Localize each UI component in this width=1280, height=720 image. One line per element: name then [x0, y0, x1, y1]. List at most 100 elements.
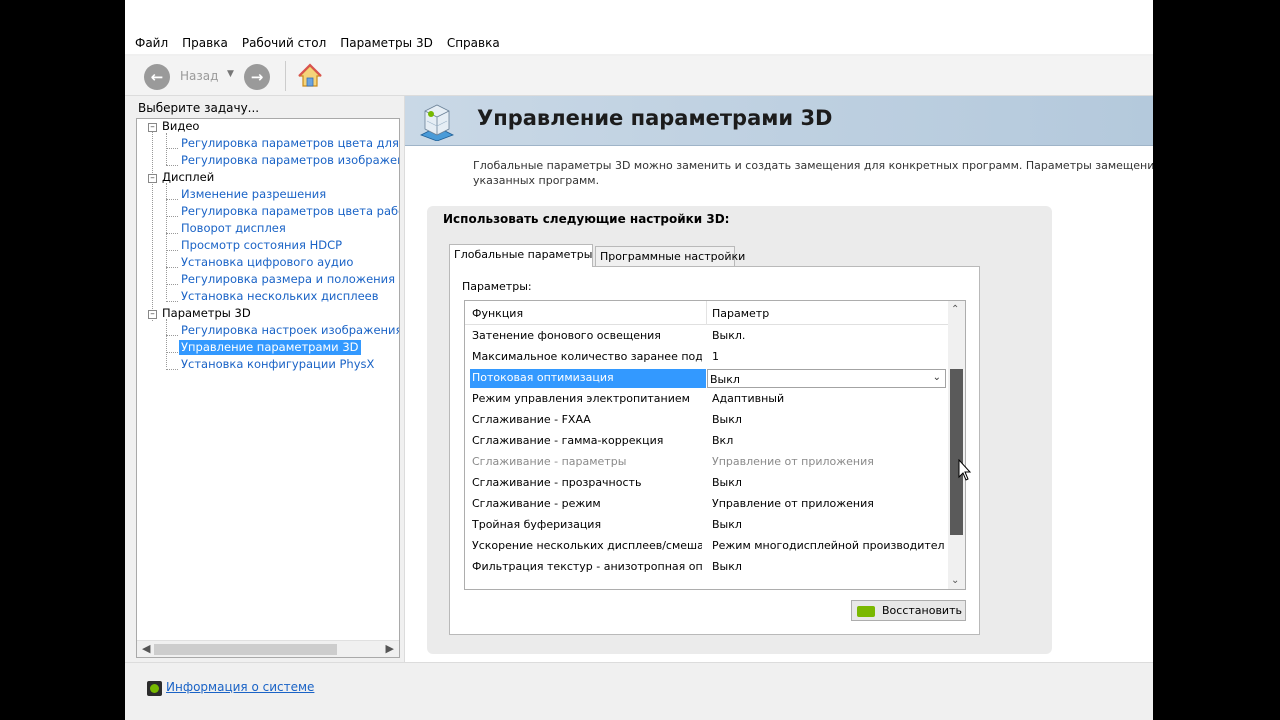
column-separator[interactable]: [706, 301, 707, 325]
menu-desktop[interactable]: Рабочий стол: [242, 36, 326, 50]
menu-edit[interactable]: Правка: [182, 36, 228, 50]
grid-row[interactable]: Сглаживание - режим Управление от прилож…: [465, 494, 948, 515]
collapse-3d-icon[interactable]: –: [148, 310, 157, 319]
row-value: Управление от приложения: [712, 497, 874, 510]
tree-item-rotate[interactable]: Поворот дисплея: [181, 221, 286, 236]
header-setting[interactable]: Параметр: [712, 307, 769, 320]
tree-item-physx[interactable]: Установка конфигурации PhysX: [181, 357, 374, 372]
page-description: Глобальные параметры 3D можно заменить и…: [473, 158, 1153, 188]
menu-bar: Файл Правка Рабочий стол Параметры 3D Сп…: [125, 32, 1153, 54]
tree-item-desktop-color[interactable]: Регулировка параметров цвета рабочег: [181, 204, 399, 219]
row-value: 1: [712, 350, 719, 363]
tree-node-3d[interactable]: Параметры 3D: [162, 306, 251, 321]
tree-line: [166, 301, 178, 302]
tree-item-video-image[interactable]: Регулировка параметров изображения д: [181, 153, 399, 168]
scroll-thumb[interactable]: [154, 644, 337, 655]
toolbar-separator: [285, 61, 286, 91]
restore-button[interactable]: Восстановить: [851, 600, 966, 621]
tree-line: [166, 199, 178, 200]
scroll-thumb[interactable]: [950, 369, 963, 535]
menu-help[interactable]: Справка: [447, 36, 500, 50]
scroll-left-icon[interactable]: ◀: [142, 642, 150, 655]
grid-row-disabled: Сглаживание - параметры Управление от пр…: [465, 452, 948, 473]
grid-vertical-scrollbar[interactable]: ⌃ ⌄: [948, 301, 965, 589]
tree-horizontal-scrollbar[interactable]: ◀ ▶: [137, 640, 399, 657]
status-footer: Информация о системе: [125, 662, 1153, 720]
row-value: Адаптивный: [712, 392, 785, 405]
tree-line: [166, 148, 178, 149]
description-line-2: указанных программ.: [473, 174, 600, 187]
history-dropdown-icon[interactable]: ▼: [227, 69, 234, 79]
grid-row[interactable]: Сглаживание - FXAA Выкл: [465, 410, 948, 431]
row-value: Выкл: [712, 518, 742, 531]
grid-row[interactable]: Ускорение нескольких дисплеев/смеша... Р…: [465, 536, 948, 557]
settings-grid: Функция Параметр Затенение фонового осве…: [464, 300, 966, 590]
back-label[interactable]: Назад: [180, 69, 218, 83]
grid-row[interactable]: Максимальное количество заранее под... 1: [465, 347, 948, 368]
params-label: Параметры:: [462, 280, 532, 293]
row-function: Затенение фонового освещения: [472, 329, 661, 342]
row-value: Выкл: [712, 476, 742, 489]
tree-item-digital-audio[interactable]: Установка цифрового аудио: [181, 255, 353, 270]
tree-item-video-color[interactable]: Регулировка параметров цвета для вид: [181, 136, 399, 151]
collapse-video-icon[interactable]: –: [148, 123, 157, 132]
tree-line: [166, 267, 178, 268]
tree-item-resolution[interactable]: Изменение разрешения: [181, 187, 326, 202]
tree-node-video[interactable]: Видео: [162, 119, 199, 134]
chevron-down-icon[interactable]: ⌄: [933, 372, 941, 383]
header-function[interactable]: Функция: [472, 307, 523, 320]
nvidia-control-panel-window: Файл Правка Рабочий стол Параметры 3D Сп…: [125, 0, 1153, 720]
grid-row[interactable]: Затенение фонового освещения Выкл.: [465, 326, 948, 347]
toolbar: ← Назад ▼ →: [125, 56, 1153, 96]
tree-line: [166, 369, 178, 370]
nvidia-logo-icon: [857, 606, 875, 617]
grid-row-selected[interactable]: Потоковая оптимизация Выкл ⌄: [465, 368, 948, 389]
row-function: Потоковая оптимизация: [470, 369, 706, 388]
row-function: Сглаживание - режим: [472, 497, 601, 510]
tree-line: [166, 284, 178, 285]
settings-group: Использовать следующие настройки 3D: Гло…: [427, 206, 1052, 654]
global-settings-page: Параметры: Функция Параметр Затенение фо…: [449, 266, 980, 635]
menu-3d-settings[interactable]: Параметры 3D: [340, 36, 433, 50]
scroll-right-icon[interactable]: ▶: [386, 642, 394, 655]
tree-line: [166, 250, 178, 251]
tree-line: [166, 216, 178, 217]
tab-global-settings[interactable]: Глобальные параметры: [449, 244, 593, 267]
grid-row[interactable]: Сглаживание - прозрачность Выкл: [465, 473, 948, 494]
grid-row[interactable]: Сглаживание - гамма-коррекция Вкл: [465, 431, 948, 452]
home-icon[interactable]: [297, 63, 323, 89]
back-button[interactable]: ←: [144, 64, 170, 90]
content-pane: Управление параметрами 3D Глобальные пар…: [405, 96, 1153, 662]
tree-item-hdcp[interactable]: Просмотр состояния HDCP: [181, 238, 342, 253]
row-value: Выкл.: [712, 329, 746, 342]
forward-arrow-icon: →: [250, 68, 264, 86]
row-function: Сглаживание - параметры: [472, 455, 627, 468]
system-information-link[interactable]: Информация о системе: [166, 680, 314, 694]
forward-button[interactable]: →: [244, 64, 270, 90]
row-value: Управление от приложения: [712, 455, 874, 468]
collapse-display-icon[interactable]: –: [148, 174, 157, 183]
row-value: Вкл: [712, 434, 734, 447]
grid-row[interactable]: Тройная буферизация Выкл: [465, 515, 948, 536]
3d-settings-icon: [420, 104, 454, 141]
menu-file[interactable]: Файл: [135, 36, 168, 50]
back-arrow-icon: ←: [150, 68, 164, 86]
tree-line: [166, 133, 167, 165]
row-function: Сглаживание - прозрачность: [472, 476, 642, 489]
tree-node-display[interactable]: Дисплей: [162, 170, 214, 185]
tree-item-multiple-displays[interactable]: Установка нескольких дисплеев: [181, 289, 379, 304]
grid-row[interactable]: Фильтрация текстур - анизотропная оп... …: [465, 557, 948, 578]
scroll-up-icon[interactable]: ⌃: [951, 304, 959, 315]
scroll-down-icon[interactable]: ⌄: [951, 575, 959, 586]
tree-item-manage-3d[interactable]: Управление параметрами 3D: [179, 340, 361, 355]
row-value: Режим многодисплейной производител...: [712, 539, 944, 552]
task-pane: Выберите задачу... – Видео Регулировка п…: [125, 96, 404, 662]
page-header: Управление параметрами 3D: [405, 96, 1153, 146]
tab-program-settings[interactable]: Программные настройки: [595, 246, 745, 266]
tree-item-image-preview[interactable]: Регулировка настроек изображения с пр: [181, 323, 399, 338]
grid-row[interactable]: Режим управления электропитанием Адаптив…: [465, 389, 948, 410]
threaded-optimization-select[interactable]: Выкл ⌄: [707, 369, 946, 388]
row-function: Сглаживание - гамма-коррекция: [472, 434, 664, 447]
mouse-cursor-icon: [958, 459, 972, 481]
tree-item-desktop-size[interactable]: Регулировка размера и положения рабо: [181, 272, 399, 287]
